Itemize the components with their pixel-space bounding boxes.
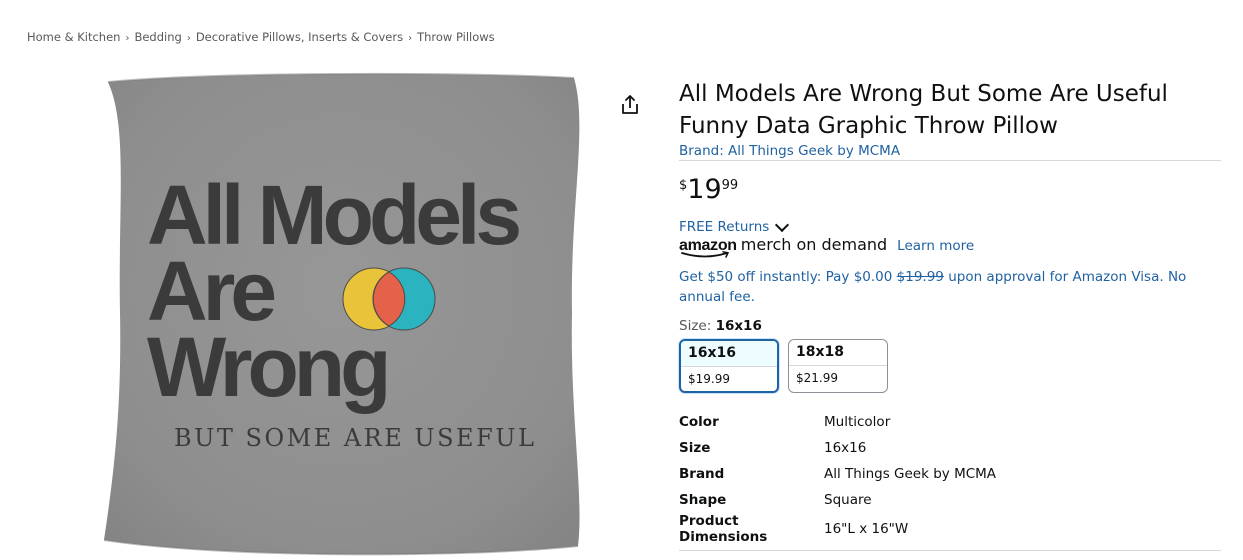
price-symbol: $ [679,178,688,193]
breadcrumb-bedding[interactable]: Bedding [134,30,181,44]
spec-key: Brand [679,466,725,482]
spec-key: Color [679,414,719,430]
amazon-smile-icon [681,251,730,258]
spec-row-size: Size 16x16 [679,435,996,461]
breadcrumb-separator: › [186,33,191,44]
chevron-down-icon [775,217,790,233]
merch-on-demand-text: merch on demand [740,235,888,254]
promo-strike-price: $19.99 [896,269,944,285]
breadcrumb-separator: › [408,33,413,44]
breadcrumb-separator: › [125,33,130,44]
free-returns-label: FREE Returns [679,219,770,235]
size-option-16x16[interactable]: 16x16 $19.99 [679,339,779,393]
spec-key: Product Dimensions [679,513,768,545]
pillow-subtext: BUT SOME ARE USEFUL [174,424,536,452]
divider [679,160,1221,161]
learn-more-link[interactable]: Learn more [897,238,974,254]
size-option-price: $21.99 [796,371,838,385]
breadcrumb: Home & Kitchen › Bedding › Decorative Pillow… [27,30,495,44]
size-label: Size: 16x16 [679,318,1221,334]
merch-on-demand-row: amazon merch on demand Learn more [679,235,1221,259]
size-selected-value: 16x16 [715,318,762,334]
size-option-name: 18x18 [789,340,887,366]
spec-value: Square [824,492,872,508]
spec-value: 16"L x 16"W [824,521,909,537]
spec-row-shape: Shape Square [679,487,996,513]
visa-promo[interactable]: Get $50 off instantly: Pay $0.00 $19.99 … [679,267,1214,307]
size-label-text: Size: [679,318,712,334]
spec-value: Multicolor [824,414,891,430]
share-icon[interactable] [618,93,642,117]
spec-key: Size [679,440,711,456]
spec-row-color: Color Multicolor [679,409,996,435]
size-option-name: 16x16 [681,341,777,367]
product-info: All Models Are Wrong But Some Are Useful… [679,78,1221,545]
divider [679,550,1221,551]
product-title: All Models Are Wrong But Some Are Useful… [679,81,1168,139]
size-option-18x18[interactable]: 18x18 $21.99 [788,339,888,393]
spec-value: All Things Geek by MCMA [824,466,997,482]
spec-row-dimensions: Product Dimensions 16"L x 16"W [679,513,996,545]
price-fraction: 99 [721,178,739,193]
merch-on-demand-logo: amazon merch on demand [679,235,888,258]
promo-prefix: Get $50 off instantly: Pay $0.00 [679,269,893,285]
pillow-text-line3: Wrong [147,320,386,414]
brand-link[interactable]: Brand: All Things Geek by MCMA [679,143,1221,159]
pillow-image: All Models Are Wrong BUT SOME ARE USEFUL [103,72,580,556]
price: $ 19 99 [679,175,1221,207]
breadcrumb-throw-pillows[interactable]: Throw Pillows [417,30,495,44]
spec-row-brand: Brand All Things Geek by MCMA [679,461,996,487]
spec-value: 16x16 [824,440,867,456]
size-option-price: $19.99 [688,372,730,386]
spec-key: Shape [679,492,727,508]
breadcrumb-home-kitchen[interactable]: Home & Kitchen [27,30,120,44]
venn-diagram-graphic [342,267,436,331]
free-returns-link[interactable]: FREE Returns [679,217,790,235]
product-image[interactable]: All Models Are Wrong BUT SOME ARE USEFUL [92,66,592,560]
size-swatches: 16x16 $19.99 18x18 $21.99 [679,339,1221,393]
breadcrumb-decorative-pillows[interactable]: Decorative Pillows, Inserts & Covers [196,30,403,44]
price-whole: 19 [687,174,722,205]
product-specs-table: Color Multicolor Size 16x16 Brand All Th… [679,409,996,545]
